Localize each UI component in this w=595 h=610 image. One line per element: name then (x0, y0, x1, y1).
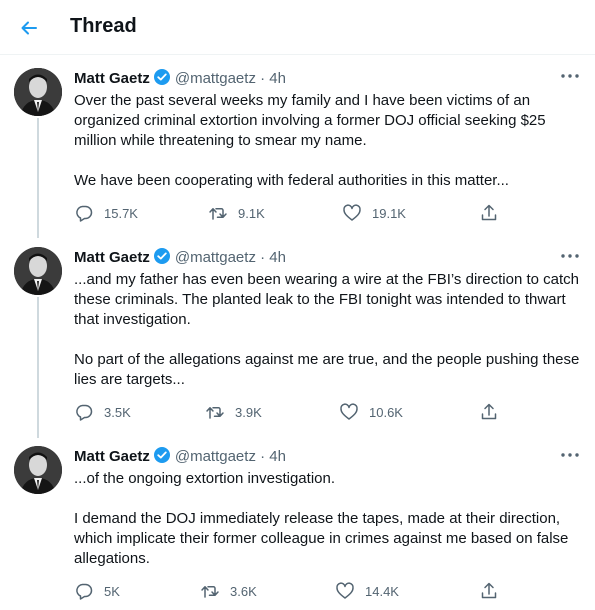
tweet-paragraph: ...of the ongoing extortion investigatio… (74, 470, 336, 487)
retweet-button[interactable]: 3.6K (200, 579, 257, 603)
separator-dot: · (260, 448, 266, 465)
author-handle[interactable]: @mattgaetz (175, 448, 256, 465)
reply-button[interactable]: 5K (74, 579, 120, 603)
share-icon (481, 582, 497, 599)
author-name[interactable]: Matt Gaetz (74, 448, 150, 465)
share-button[interactable] (479, 579, 509, 603)
reply-icon (76, 583, 93, 600)
more-options-icon[interactable] (558, 443, 582, 467)
tweet-text: ...of the ongoing extortion investigatio… (74, 469, 586, 569)
tweet-header: Matt Gaetz @mattgaetz · 4h (74, 446, 286, 465)
retweet-icon (201, 586, 219, 598)
retweet-count: 3.6K (230, 583, 257, 599)
tweet-actions: 5K 3.6K 14.4K (74, 579, 554, 603)
tweet[interactable]: Matt Gaetz @mattgaetz · 4h ...of the ongo… (0, 0, 595, 610)
reply-count: 5K (104, 583, 120, 599)
tweet-time[interactable]: 4h (269, 448, 286, 465)
like-count: 14.4K (365, 583, 399, 599)
avatar[interactable] (14, 446, 62, 494)
tweet-paragraph: I demand the DOJ immediately release the… (74, 510, 569, 567)
verified-badge-icon (153, 447, 170, 463)
like-button[interactable]: 14.4K (335, 579, 399, 603)
heart-icon (336, 582, 354, 599)
